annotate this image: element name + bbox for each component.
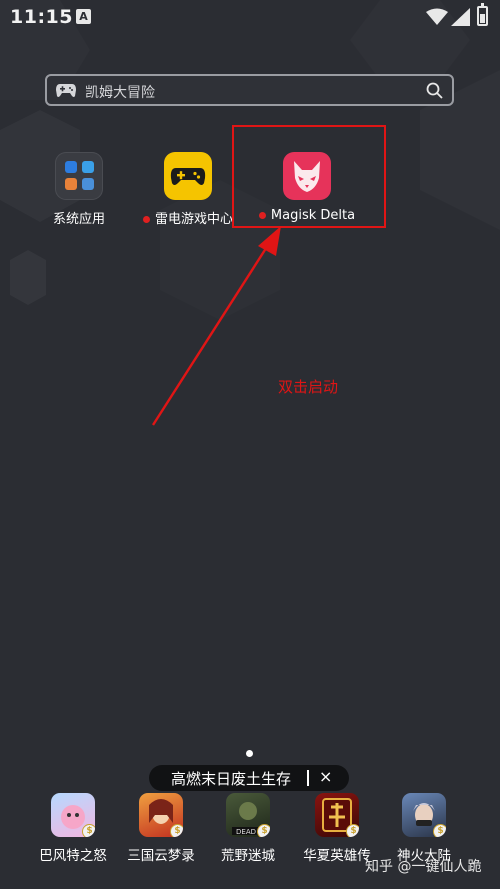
banner-text[interactable]: 高燃末日废土生存 (171, 768, 291, 789)
svg-text:DEAD: DEAD (236, 828, 256, 836)
app-icon: $ (51, 793, 95, 837)
app-icon: $ (315, 793, 359, 837)
coin-badge-icon: $ (433, 824, 446, 837)
coin-badge-icon: $ (170, 824, 183, 837)
close-icon[interactable]: × (319, 767, 332, 786)
page-indicator-dot (246, 750, 253, 757)
banner-divider (307, 770, 309, 786)
dock-app-shenhuo[interactable]: $ 神火大陆 (384, 793, 464, 864)
app-icon: $ (402, 793, 446, 837)
dock-app-huangye[interactable]: DEAD $ 荒野迷城 (208, 793, 288, 864)
annotation-text: 双击启动 (278, 378, 339, 396)
coin-badge-icon: $ (346, 824, 359, 837)
dock-app-bafengte[interactable]: $ 巴风特之怒 (33, 793, 113, 864)
dock-app-huaxia[interactable]: $ 华夏英雄传 (297, 793, 377, 864)
promo-banner[interactable]: 高燃末日废土生存 × (149, 765, 349, 791)
watermark: 知乎 @一键仙人跪 (365, 859, 482, 875)
app-icon: $ (139, 793, 183, 837)
coin-badge-icon: $ (82, 824, 95, 837)
dock-app-label: 荒野迷城 (221, 848, 275, 864)
dock-app-sanguo[interactable]: $ 三国云梦录 (121, 793, 201, 864)
coin-badge-icon: $ (257, 824, 270, 837)
dock-app-label: 巴风特之怒 (39, 848, 107, 864)
app-icon: DEAD $ (226, 793, 270, 837)
dock-app-label: 三国云梦录 (127, 848, 195, 864)
